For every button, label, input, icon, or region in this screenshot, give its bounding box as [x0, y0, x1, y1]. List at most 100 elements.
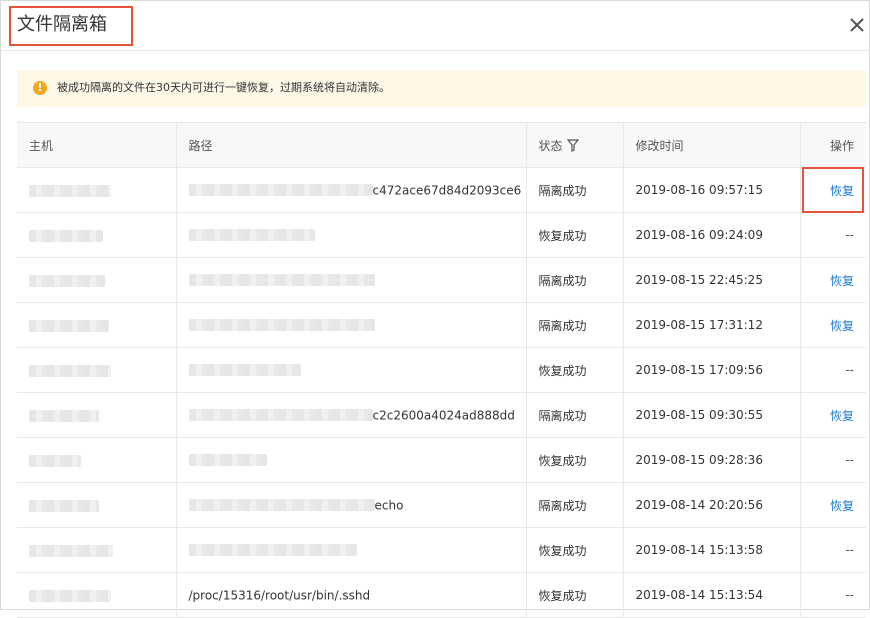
table-row: echo 隔离成功 2019-08-14 20:20:56 恢复: [17, 482, 866, 528]
path-redacted: [188, 454, 267, 467]
action-cell: 恢复: [799, 482, 866, 528]
host-cell: [17, 527, 176, 573]
status-cell: 恢复成功: [525, 212, 623, 258]
column-header-mtime: 修改时间: [622, 122, 800, 168]
status-cell: 恢复成功: [525, 437, 623, 483]
status-cell: 隔离成功: [525, 302, 623, 348]
mtime-cell: 2019-08-15 17:31:12: [622, 302, 800, 348]
quarantine-table: 主机 路径 状态 修改时间 操作 c472ace67d84d2093ce6 隔离成…: [17, 122, 866, 618]
table-header-row: 主机 路径 状态 修改时间 操作: [17, 122, 866, 168]
no-action: --: [845, 228, 854, 242]
path-redacted: [188, 409, 373, 422]
host-cell: [17, 392, 176, 438]
action-cell: --: [799, 527, 866, 573]
no-action: --: [845, 453, 854, 467]
mtime-cell: 2019-08-16 09:57:15: [622, 167, 800, 213]
host-cell: [17, 482, 176, 528]
path-cell: c2c2600a4024ad888dd: [175, 392, 526, 438]
action-cell: 恢复: [799, 167, 866, 213]
status-cell: 隔离成功: [525, 482, 623, 528]
path-cell: c472ace67d84d2093ce6: [175, 167, 526, 213]
column-header-host: 主机: [17, 122, 176, 168]
path-cell: echo: [175, 482, 526, 528]
table-row: 恢复成功 2019-08-15 09:28:36 --: [17, 437, 866, 483]
host-redacted: [29, 589, 111, 602]
action-cell: 恢复: [799, 392, 866, 438]
status-cell: 恢复成功: [525, 527, 623, 573]
action-cell: 恢复: [799, 257, 866, 303]
table-row: 隔离成功 2019-08-15 17:31:12 恢复: [17, 302, 866, 348]
mtime-cell: 2019-08-15 09:30:55: [622, 392, 800, 438]
path-redacted: [188, 364, 301, 377]
table-row: 恢复成功 2019-08-15 17:09:56 --: [17, 347, 866, 393]
path-cell: [175, 347, 526, 393]
table-row: 隔离成功 2019-08-15 22:45:25 恢复: [17, 257, 866, 303]
column-header-action: 操作: [799, 122, 866, 168]
status-cell: 隔离成功: [525, 167, 623, 213]
close-icon[interactable]: [847, 15, 867, 35]
mtime-cell: 2019-08-15 22:45:25: [622, 257, 800, 303]
host-redacted: [29, 364, 111, 377]
column-header-status-label: 状态: [538, 138, 563, 153]
mtime-cell: 2019-08-14 15:13:58: [622, 527, 800, 573]
path-text: c472ace67d84d2093ce6: [372, 183, 522, 198]
quarantine-dialog: 文件隔离箱 ! 被成功隔离的文件在30天内可进行一键恢复，过期系统将自动清除。 …: [0, 0, 870, 618]
mtime-cell: 2019-08-14 15:13:54: [622, 572, 800, 618]
table-row: c2c2600a4024ad888dd 隔离成功 2019-08-15 09:30:…: [17, 392, 866, 438]
path-redacted: [188, 319, 375, 332]
path-redacted: [188, 499, 375, 512]
no-action: --: [845, 543, 854, 557]
host-redacted: [29, 454, 81, 467]
table-row: /proc/15316/root/usr/bin/.sshd 恢复成功 2019-0…: [17, 572, 866, 618]
status-cell: 隔离成功: [525, 257, 623, 303]
path-redacted: [188, 229, 315, 242]
path-text: echo: [374, 498, 404, 513]
table-row: 恢复成功 2019-08-14 15:13:58 --: [17, 527, 866, 573]
restore-link[interactable]: 恢复: [830, 274, 854, 288]
notice-banner: ! 被成功隔离的文件在30天内可进行一键恢复，过期系统将自动清除。: [17, 70, 866, 107]
action-cell: 恢复: [799, 302, 866, 348]
no-action: --: [845, 588, 854, 602]
host-redacted: [29, 274, 105, 287]
host-cell: [17, 212, 176, 258]
host-redacted: [29, 499, 99, 512]
mtime-cell: 2019-08-14 20:20:56: [622, 482, 800, 528]
table-row: c472ace67d84d2093ce6 隔离成功 2019-08-16 09:57…: [17, 167, 866, 213]
path-cell: [175, 302, 526, 348]
path-cell: [175, 257, 526, 303]
action-cell: --: [799, 347, 866, 393]
mtime-cell: 2019-08-16 09:24:09: [622, 212, 800, 258]
column-header-status[interactable]: 状态: [525, 122, 623, 168]
action-cell: --: [799, 572, 866, 618]
mtime-cell: 2019-08-15 09:28:36: [622, 437, 800, 483]
path-redacted: [188, 274, 375, 287]
host-cell: [17, 437, 176, 483]
restore-link[interactable]: 恢复: [830, 499, 854, 513]
restore-link[interactable]: 恢复: [830, 319, 854, 333]
filter-icon[interactable]: [566, 138, 579, 152]
host-cell: [17, 302, 176, 348]
dialog-header: 文件隔离箱: [1, 1, 869, 51]
path-cell: [175, 527, 526, 573]
host-cell: [17, 347, 176, 393]
host-redacted: [29, 184, 111, 197]
status-cell: 隔离成功: [525, 392, 623, 438]
host-redacted: [29, 409, 99, 422]
host-redacted: [29, 544, 113, 557]
dialog-title: 文件隔离箱: [17, 14, 107, 35]
notice-text: 被成功隔离的文件在30天内可进行一键恢复，过期系统将自动清除。: [57, 81, 390, 94]
host-cell: [17, 572, 176, 618]
restore-link[interactable]: 恢复: [830, 409, 854, 423]
action-cell: --: [799, 437, 866, 483]
table-row: 恢复成功 2019-08-16 09:24:09 --: [17, 212, 866, 258]
warning-icon: !: [33, 81, 47, 95]
path-text: /proc/15316/root/usr/bin/.sshd: [188, 588, 371, 603]
restore-link[interactable]: 恢复: [830, 184, 854, 198]
host-cell: [17, 257, 176, 303]
column-header-path: 路径: [175, 122, 526, 168]
path-redacted: [188, 544, 357, 557]
host-redacted: [29, 319, 109, 332]
path-cell: [175, 212, 526, 258]
status-cell: 恢复成功: [525, 572, 623, 618]
mtime-cell: 2019-08-15 17:09:56: [622, 347, 800, 393]
